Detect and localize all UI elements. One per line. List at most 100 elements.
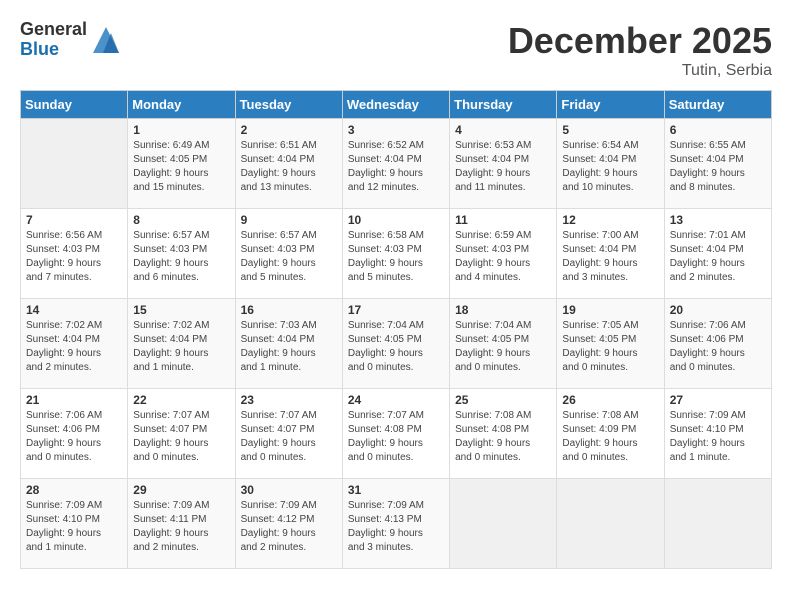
calendar-cell [664,479,771,569]
calendar-cell: 5 Sunrise: 6:54 AM Sunset: 4:04 PM Daylig… [557,119,664,209]
calendar-week-row: 7 Sunrise: 6:56 AM Sunset: 4:03 PM Daylig… [21,209,772,299]
header-monday: Monday [128,91,235,119]
header-thursday: Thursday [450,91,557,119]
day-info: Sunrise: 6:57 AM Sunset: 4:03 PM Dayligh… [241,229,337,285]
day-info: Sunrise: 7:08 AM Sunset: 4:08 PM Dayligh… [455,409,551,465]
calendar-cell: 4 Sunrise: 6:53 AM Sunset: 4:04 PM Daylig… [450,119,557,209]
day-number: 16 [241,303,337,317]
day-info: Sunrise: 6:56 AM Sunset: 4:03 PM Dayligh… [26,229,122,285]
calendar-cell: 29Sunrise: 7:09 AM Sunset: 4:11 PM Dayli… [128,479,235,569]
day-number: 22 [133,393,229,407]
calendar-cell [21,119,128,209]
calendar-week-row: 21 Sunrise: 7:06 AM Sunset: 4:06 PM Dayli… [21,389,772,479]
calendar-cell: 1 Sunrise: 6:49 AM Sunset: 4:05 PM Daylig… [128,119,235,209]
calendar-cell: 10 Sunrise: 6:58 AM Sunset: 4:03 PM Dayli… [342,209,449,299]
calendar-cell: 15 Sunrise: 7:02 AM Sunset: 4:04 PM Dayli… [128,299,235,389]
calendar-cell: 27 Sunrise: 7:09 AM Sunset: 4:10 PM Dayli… [664,389,771,479]
calendar-cell: 3 Sunrise: 6:52 AM Sunset: 4:04 PM Daylig… [342,119,449,209]
day-number: 12 [562,213,658,227]
day-number: 20 [670,303,766,317]
day-info: Sunrise: 7:09 AM Sunset: 4:12 PM Dayligh… [241,499,337,555]
page-header: General Blue December 2025 Tutin, Serbia [20,20,772,80]
calendar-cell: 13 Sunrise: 7:01 AM Sunset: 4:04 PM Dayli… [664,209,771,299]
logo-blue-text: Blue [20,40,87,60]
day-info: Sunrise: 6:55 AM Sunset: 4:04 PM Dayligh… [670,139,766,195]
calendar-cell: 8Sunrise: 6:57 AM Sunset: 4:03 PM Daylig… [128,209,235,299]
day-number: 18 [455,303,551,317]
day-info: Sunrise: 7:02 AM Sunset: 4:04 PM Dayligh… [133,319,229,375]
day-info: Sunrise: 7:05 AM Sunset: 4:05 PM Dayligh… [562,319,658,375]
day-number: 7 [26,213,122,227]
day-info: Sunrise: 7:09 AM Sunset: 4:13 PM Dayligh… [348,499,444,555]
day-number: 9 [241,213,337,227]
day-info: Sunrise: 7:07 AM Sunset: 4:08 PM Dayligh… [348,409,444,465]
day-info: Sunrise: 6:54 AM Sunset: 4:04 PM Dayligh… [562,139,658,195]
day-number: 3 [348,123,444,137]
day-number: 19 [562,303,658,317]
calendar-cell [450,479,557,569]
day-info: Sunrise: 6:59 AM Sunset: 4:03 PM Dayligh… [455,229,551,285]
calendar-cell: 28 Sunrise: 7:09 AM Sunset: 4:10 PM Dayli… [21,479,128,569]
header-sunday: Sunday [21,91,128,119]
calendar-cell: 12Sunrise: 7:00 AM Sunset: 4:04 PM Dayli… [557,209,664,299]
day-number: 8 [133,213,229,227]
day-info: Sunrise: 7:09 AM Sunset: 4:10 PM Dayligh… [26,499,122,555]
day-info: Sunrise: 6:58 AM Sunset: 4:03 PM Dayligh… [348,229,444,285]
calendar-cell: 7 Sunrise: 6:56 AM Sunset: 4:03 PM Daylig… [21,209,128,299]
calendar-week-row: 28 Sunrise: 7:09 AM Sunset: 4:10 PM Dayli… [21,479,772,569]
day-number: 27 [670,393,766,407]
calendar-cell: 14Sunrise: 7:02 AM Sunset: 4:04 PM Dayli… [21,299,128,389]
day-number: 25 [455,393,551,407]
day-info: Sunrise: 6:53 AM Sunset: 4:04 PM Dayligh… [455,139,551,195]
day-info: Sunrise: 7:09 AM Sunset: 4:10 PM Dayligh… [670,409,766,465]
calendar-cell: 6 Sunrise: 6:55 AM Sunset: 4:04 PM Daylig… [664,119,771,209]
day-number: 1 [133,123,229,137]
calendar-cell: 31Sunrise: 7:09 AM Sunset: 4:13 PM Dayli… [342,479,449,569]
logo-general-text: General [20,20,87,40]
calendar-header-row: SundayMondayTuesdayWednesdayThursdayFrid… [21,91,772,119]
day-number: 30 [241,483,337,497]
logo-icon [91,25,121,55]
day-info: Sunrise: 7:07 AM Sunset: 4:07 PM Dayligh… [241,409,337,465]
header-saturday: Saturday [664,91,771,119]
calendar-cell: 17Sunrise: 7:04 AM Sunset: 4:05 PM Dayli… [342,299,449,389]
day-number: 28 [26,483,122,497]
calendar-cell: 26Sunrise: 7:08 AM Sunset: 4:09 PM Dayli… [557,389,664,479]
day-number: 4 [455,123,551,137]
day-number: 14 [26,303,122,317]
day-info: Sunrise: 6:49 AM Sunset: 4:05 PM Dayligh… [133,139,229,195]
calendar-table: SundayMondayTuesdayWednesdayThursdayFrid… [20,90,772,569]
day-number: 5 [562,123,658,137]
day-number: 11 [455,213,551,227]
title-block: December 2025 Tutin, Serbia [508,20,772,80]
day-info: Sunrise: 7:06 AM Sunset: 4:06 PM Dayligh… [26,409,122,465]
day-info: Sunrise: 7:04 AM Sunset: 4:05 PM Dayligh… [455,319,551,375]
calendar-cell: 30 Sunrise: 7:09 AM Sunset: 4:12 PM Dayli… [235,479,342,569]
header-friday: Friday [557,91,664,119]
day-info: Sunrise: 7:09 AM Sunset: 4:11 PM Dayligh… [133,499,229,555]
calendar-cell: 16 Sunrise: 7:03 AM Sunset: 4:04 PM Dayli… [235,299,342,389]
calendar-cell: 18 Sunrise: 7:04 AM Sunset: 4:05 PM Dayli… [450,299,557,389]
location: Tutin, Serbia [508,62,772,80]
header-wednesday: Wednesday [342,91,449,119]
day-number: 17 [348,303,444,317]
day-info: Sunrise: 7:06 AM Sunset: 4:06 PM Dayligh… [670,319,766,375]
day-number: 15 [133,303,229,317]
day-number: 6 [670,123,766,137]
day-info: Sunrise: 6:52 AM Sunset: 4:04 PM Dayligh… [348,139,444,195]
day-number: 10 [348,213,444,227]
day-number: 13 [670,213,766,227]
calendar-cell: 2Sunrise: 6:51 AM Sunset: 4:04 PM Daylig… [235,119,342,209]
month-title: December 2025 [508,20,772,62]
day-info: Sunrise: 7:03 AM Sunset: 4:04 PM Dayligh… [241,319,337,375]
header-tuesday: Tuesday [235,91,342,119]
calendar-cell: 21 Sunrise: 7:06 AM Sunset: 4:06 PM Dayli… [21,389,128,479]
day-info: Sunrise: 7:08 AM Sunset: 4:09 PM Dayligh… [562,409,658,465]
calendar-cell: 23Sunrise: 7:07 AM Sunset: 4:07 PM Dayli… [235,389,342,479]
calendar-week-row: 14 Sunrise: 7:02 AM Sunset: 4:04 PM Dayli… [21,299,772,389]
day-number: 21 [26,393,122,407]
calendar-cell: 19 Sunrise: 7:05 AM Sunset: 4:05 PM Dayli… [557,299,664,389]
calendar-cell [557,479,664,569]
day-number: 24 [348,393,444,407]
day-info: Sunrise: 7:01 AM Sunset: 4:04 PM Dayligh… [670,229,766,285]
